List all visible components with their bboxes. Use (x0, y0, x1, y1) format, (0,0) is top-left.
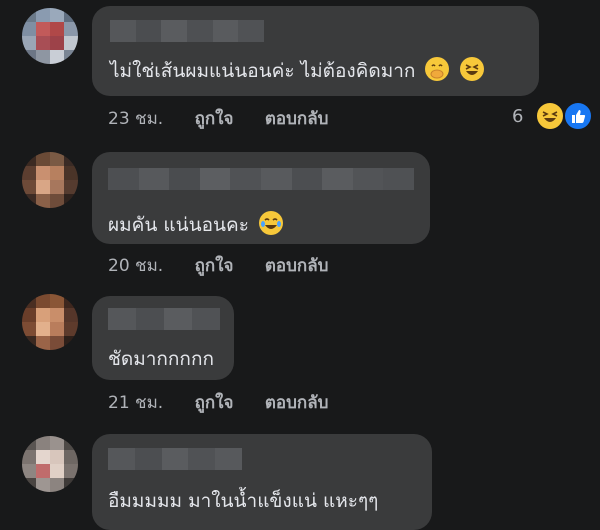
comment-item: อืมมมมม มาในน้ำแข็งแน่ แหะๆๆ (0, 426, 600, 530)
comment-bubble: ผมคัน แน่นอนคะ (92, 152, 430, 244)
comment-meta: 21 ชม. ถูกใจ ตอบกลับ (108, 389, 328, 416)
reply-button[interactable]: ตอบกลับ (265, 389, 329, 416)
comment-text-content: ไม่ใช่เส้นผมแน่นอนค่ะ ไม่ต้องคิดมาก (110, 60, 416, 82)
comment-meta: 20 ชม. ถูกใจ ตอบกลับ (108, 252, 328, 279)
comment-meta: 23 ชม. ถูกใจ ตอบกลับ (108, 105, 328, 132)
reply-button[interactable]: ตอบกลับ (265, 252, 329, 279)
author-name[interactable] (108, 308, 220, 330)
comment-text-content: อืมมมมม มาในน้ำแข็งแน่ แหะๆๆ (108, 490, 379, 512)
comment-time[interactable]: 20 ชม. (108, 252, 163, 279)
comment-item: ไม่ใช่เส้นผมแน่นอนค่ะ ไม่ต้องคิดมาก 23 ช… (0, 0, 600, 132)
reaction-count: 6 (512, 105, 524, 127)
author-name[interactable] (108, 168, 414, 190)
comment-bubble: ไม่ใช่เส้นผมแน่นอนค่ะ ไม่ต้องคิดมาก (92, 6, 539, 96)
avatar[interactable] (22, 294, 78, 350)
hand-over-mouth-icon (425, 57, 450, 81)
comment-item: ชัดมากกกกก 21 ชม. ถูกใจ ตอบกลับ (0, 286, 600, 426)
comment-text: อืมมมมม มาในน้ำแข็งแน่ แหะๆๆ (108, 486, 378, 516)
like-button[interactable]: ถูกใจ (195, 105, 234, 132)
author-name[interactable] (110, 20, 265, 42)
tears-of-joy-icon (258, 211, 283, 235)
comment-text-content: ผมคัน แน่นอนคะ (108, 214, 249, 236)
comment-text-content: ชัดมากกกกก (108, 348, 214, 370)
haha-reaction-icon (535, 101, 566, 131)
comment-text: ชัดมากกกกก (108, 344, 214, 374)
like-button[interactable]: ถูกใจ (195, 389, 234, 416)
avatar[interactable] (22, 436, 78, 492)
comment-item: ผมคัน แน่นอนคะ 20 ชม. ถูกใจ ตอบกลับ (0, 140, 600, 280)
comment-bubble: ชัดมากกกกก (92, 296, 234, 380)
reply-button[interactable]: ตอบกลับ (265, 105, 329, 132)
author-name[interactable] (108, 448, 242, 470)
avatar[interactable] (22, 152, 78, 208)
comment-time[interactable]: 21 ชม. (108, 389, 163, 416)
comment-text: ไม่ใช่เส้นผมแน่นอนค่ะ ไม่ต้องคิดมาก (110, 56, 484, 86)
comment-text: ผมคัน แน่นอนคะ (108, 210, 283, 240)
comment-time[interactable]: 23 ชม. (108, 105, 163, 132)
avatar[interactable] (22, 8, 78, 64)
grinning-squinting-icon (459, 57, 484, 81)
like-button[interactable]: ถูกใจ (195, 252, 234, 279)
like-reaction-icon (562, 101, 593, 131)
reaction-summary[interactable]: 6 (512, 101, 593, 131)
